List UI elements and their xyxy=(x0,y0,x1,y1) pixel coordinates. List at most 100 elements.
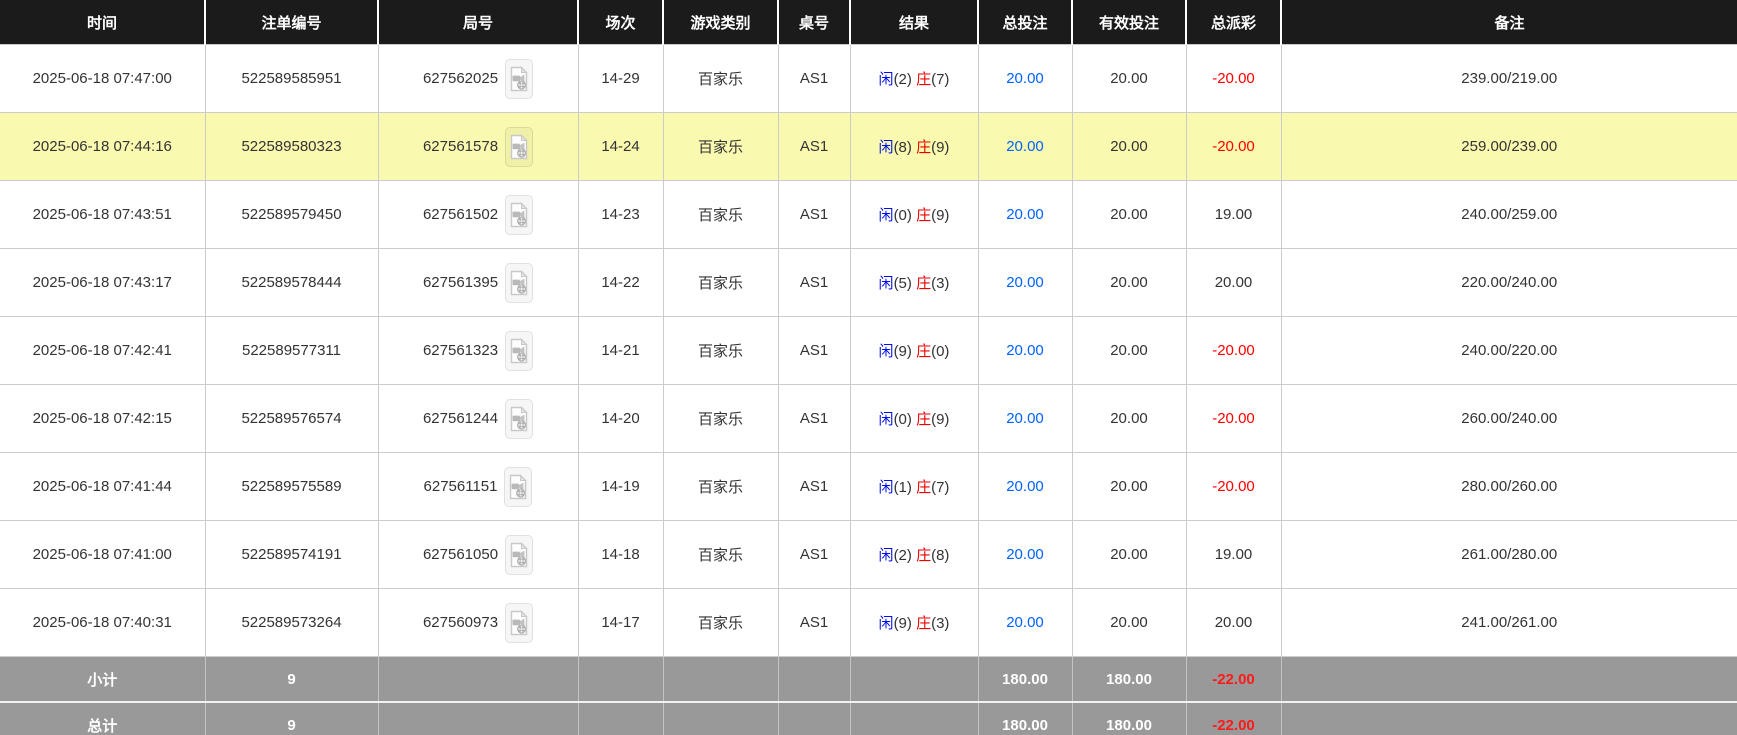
banker-result-label: 庄 xyxy=(916,343,932,360)
table-row[interactable]: 2025-06-18 07:41:00 522589574191 627561050… xyxy=(0,520,1737,589)
summary-empty-cell-session xyxy=(578,656,664,702)
cell-session: 14-23 xyxy=(578,180,664,249)
summary-valid-bet: 180.00 xyxy=(1072,701,1187,735)
cell-total-bet: 20.00 xyxy=(978,112,1073,181)
video-replay-button[interactable] xyxy=(505,602,534,643)
cell-round-number: 627561578 xyxy=(378,112,579,181)
round-number-group: 627562025 xyxy=(423,58,534,99)
cell-game-type: 百家乐 xyxy=(663,588,779,657)
banker-result-score: (7) xyxy=(931,479,950,496)
summary-total-bet: 180.00 xyxy=(978,701,1073,735)
table-row[interactable]: 2025-06-18 07:44:16 522589580323 627561578… xyxy=(0,112,1737,181)
video-file-icon xyxy=(510,405,528,431)
video-replay-button[interactable] xyxy=(504,466,533,507)
cell-valid-bet: 20.00 xyxy=(1072,520,1187,589)
total-bet-link[interactable]: 20.00 xyxy=(1006,614,1044,631)
cell-time: 2025-06-18 07:42:15 xyxy=(0,384,206,453)
cell-table-number: AS1 xyxy=(778,588,851,657)
round-number-group: 627560973 xyxy=(423,602,534,643)
cell-game-type: 百家乐 xyxy=(663,384,779,453)
video-replay-button[interactable] xyxy=(505,398,534,439)
cell-total-bet: 20.00 xyxy=(978,316,1073,385)
cell-session: 14-17 xyxy=(578,588,664,657)
table-row[interactable]: 2025-06-18 07:42:41 522589577311 627561323… xyxy=(0,316,1737,385)
cell-bet-number: 522589585951 xyxy=(205,44,379,113)
table-row[interactable]: 2025-06-18 07:41:44 522589575589 627561151… xyxy=(0,452,1737,521)
column-header-payout: 总派彩 xyxy=(1186,0,1282,45)
cell-time: 2025-06-18 07:41:44 xyxy=(0,452,206,521)
summary-empty-remark xyxy=(1281,701,1737,735)
cell-bet-number: 522589578444 xyxy=(205,248,379,317)
cell-total-bet: 20.00 xyxy=(978,384,1073,453)
banker-result-score: (3) xyxy=(931,615,950,632)
cell-session: 14-22 xyxy=(578,248,664,317)
round-number-text: 627561050 xyxy=(422,546,499,563)
table-row[interactable]: 2025-06-18 07:43:51 522589579450 627561502… xyxy=(0,180,1737,249)
total-bet-link[interactable]: 20.00 xyxy=(1006,410,1044,427)
cell-valid-bet: 20.00 xyxy=(1072,316,1187,385)
cell-game-type: 百家乐 xyxy=(663,44,779,113)
cell-round-number: 627561151 xyxy=(378,452,579,521)
cell-result: 闲(0) 庄(9) xyxy=(850,384,979,453)
banker-result-label: 庄 xyxy=(916,479,932,496)
round-number-group: 627561502 xyxy=(423,194,534,235)
cell-bet-number: 522589579450 xyxy=(205,180,379,249)
cell-payout: 19.00 xyxy=(1186,180,1282,249)
cell-time: 2025-06-18 07:42:41 xyxy=(0,316,206,385)
player-result-score: (5) xyxy=(893,275,912,292)
total-bet-link[interactable]: 20.00 xyxy=(1006,274,1044,291)
player-result-label: 闲 xyxy=(878,615,894,632)
cell-valid-bet: 20.00 xyxy=(1072,384,1187,453)
video-replay-button[interactable] xyxy=(505,262,534,303)
video-replay-button[interactable] xyxy=(505,194,534,235)
cell-valid-bet: 20.00 xyxy=(1072,588,1187,657)
summary-count: 9 xyxy=(205,656,379,702)
cell-payout: 20.00 xyxy=(1186,248,1282,317)
video-replay-button[interactable] xyxy=(505,534,534,575)
summary-row-subtotal: 小计 9 180.00 180.00 -22.00 xyxy=(0,656,1737,702)
cell-total-bet: 20.00 xyxy=(978,452,1073,521)
total-bet-link[interactable]: 20.00 xyxy=(1006,138,1044,155)
banker-result-score: (9) xyxy=(931,411,950,428)
cell-payout: -20.00 xyxy=(1186,44,1282,113)
cell-remark: 261.00/280.00 xyxy=(1281,520,1737,589)
table-row[interactable]: 2025-06-18 07:40:31 522589573264 627560973… xyxy=(0,588,1737,657)
cell-payout: 19.00 xyxy=(1186,520,1282,589)
total-bet-link[interactable]: 20.00 xyxy=(1006,206,1044,223)
total-bet-link[interactable]: 20.00 xyxy=(1006,342,1044,359)
player-result-label: 闲 xyxy=(878,547,894,564)
table-row[interactable]: 2025-06-18 07:47:00 522589585951 627562025… xyxy=(0,44,1737,113)
player-result-score: (0) xyxy=(893,207,912,224)
banker-result-label: 庄 xyxy=(916,71,932,88)
column-header-time: 时间 xyxy=(0,0,206,45)
total-bet-link[interactable]: 20.00 xyxy=(1006,70,1044,87)
cell-round-number: 627562025 xyxy=(378,44,579,113)
cell-remark: 240.00/259.00 xyxy=(1281,180,1737,249)
cell-valid-bet: 20.00 xyxy=(1072,248,1187,317)
table-row[interactable]: 2025-06-18 07:42:15 522589576574 627561244… xyxy=(0,384,1737,453)
column-header-roundno: 局号 xyxy=(378,0,579,45)
cell-round-number: 627561244 xyxy=(378,384,579,453)
round-number-group: 627561050 xyxy=(422,534,534,575)
video-replay-button[interactable] xyxy=(505,126,534,167)
video-replay-button[interactable] xyxy=(505,330,534,371)
cell-table-number: AS1 xyxy=(778,452,851,521)
cell-remark: 259.00/239.00 xyxy=(1281,112,1737,181)
round-number-group: 627561323 xyxy=(423,330,534,371)
cell-payout: -20.00 xyxy=(1186,112,1282,181)
cell-remark: 240.00/220.00 xyxy=(1281,316,1737,385)
video-replay-button[interactable] xyxy=(505,58,534,99)
cell-game-type: 百家乐 xyxy=(663,452,779,521)
cell-result: 闲(0) 庄(9) xyxy=(850,180,979,249)
round-number-text: 627561395 xyxy=(422,274,499,291)
cell-payout: 20.00 xyxy=(1186,588,1282,657)
cell-time: 2025-06-18 07:40:31 xyxy=(0,588,206,657)
cell-total-bet: 20.00 xyxy=(978,248,1073,317)
video-file-icon xyxy=(510,473,528,499)
table-row[interactable]: 2025-06-18 07:43:17 522589578444 627561395… xyxy=(0,248,1737,317)
cell-session: 14-21 xyxy=(578,316,664,385)
total-bet-link[interactable]: 20.00 xyxy=(1006,478,1044,495)
cell-result: 闲(1) 庄(7) xyxy=(850,452,979,521)
total-bet-link[interactable]: 20.00 xyxy=(1006,546,1044,563)
cell-time: 2025-06-18 07:41:00 xyxy=(0,520,206,589)
